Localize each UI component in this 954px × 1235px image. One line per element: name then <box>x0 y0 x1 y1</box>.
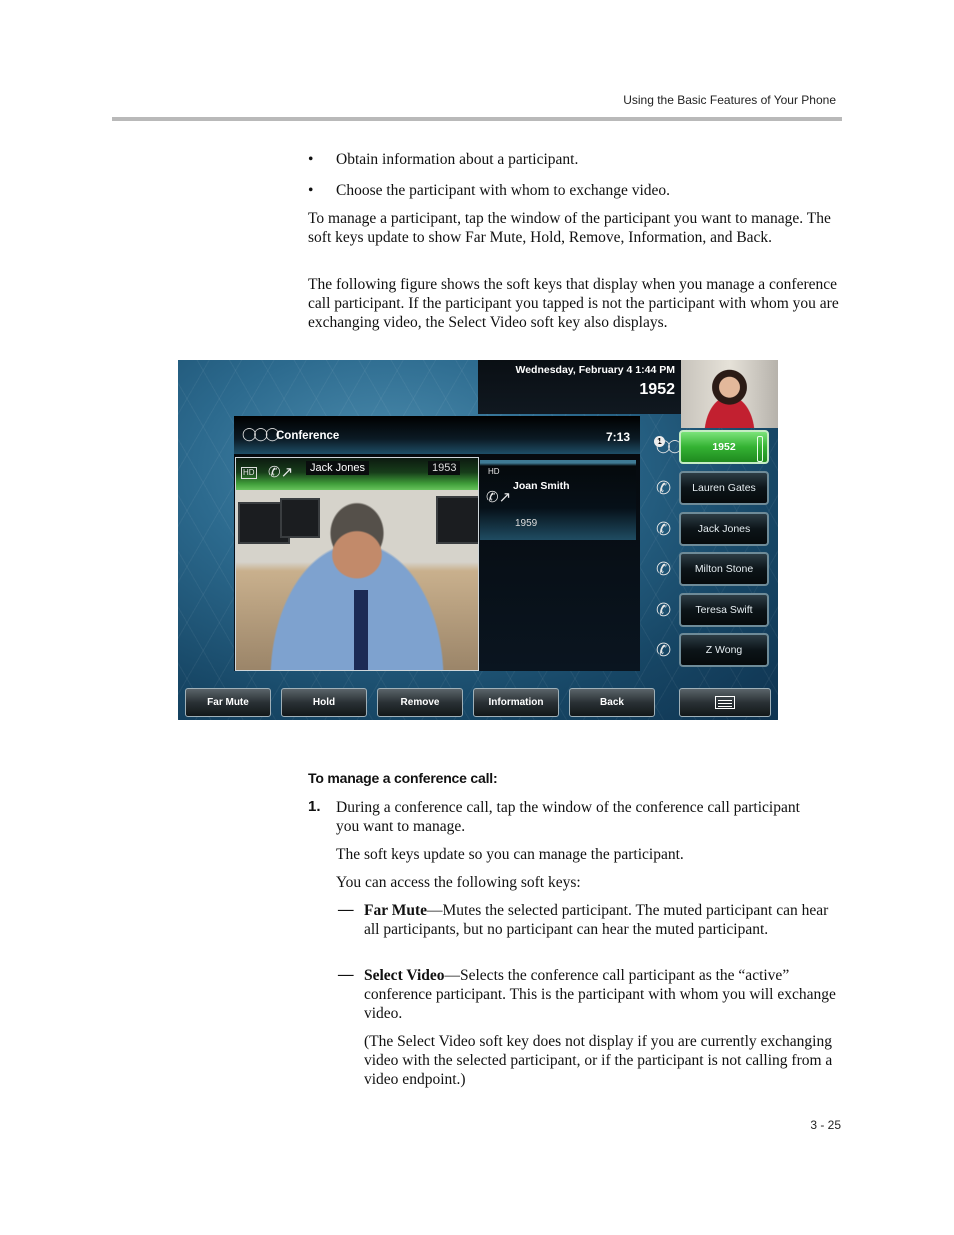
note-paragraph: (The Select Video soft key does not disp… <box>364 1033 833 1088</box>
line-key-lauren-gates[interactable]: Lauren Gates <box>679 471 769 505</box>
page-number: 3 - 25 <box>810 1118 841 1132</box>
participant-number: 1959 <box>515 518 538 529</box>
paragraph: To manage a participant, tap the window … <box>308 210 831 246</box>
active-call-icon: ✆↗ <box>486 489 512 506</box>
far-mute-soft-key[interactable]: Far Mute <box>185 688 271 717</box>
line-key-jack-jones[interactable]: Jack Jones <box>679 512 769 546</box>
line-key-1952[interactable]: 1952 <box>679 430 769 464</box>
participant-tile[interactable]: HD ✆↗ Joan Smith 1959 <box>480 460 636 540</box>
soft-key-description: Far Mute—Mutes the selected participant.… <box>364 901 844 939</box>
step-number: 1. <box>308 798 321 815</box>
line-key-z-wong[interactable]: Z Wong <box>679 633 769 667</box>
participant-video <box>236 490 478 670</box>
participant-number: 1953 <box>428 461 461 475</box>
contact-call-icon: ✆ <box>656 519 672 539</box>
line-key-teresa-swift[interactable]: Teresa Swift <box>679 593 769 627</box>
active-call-icon: ✆↗ <box>268 464 294 481</box>
menu-soft-key[interactable] <box>679 688 771 717</box>
dash-bullet: — <box>338 966 354 983</box>
line-key-milton-stone[interactable]: Milton Stone <box>679 552 769 586</box>
contact-call-icon: ✆ <box>656 600 672 620</box>
participant-name: Jack Jones <box>306 461 370 475</box>
tie <box>354 590 368 670</box>
self-view-video[interactable] <box>681 360 778 428</box>
conference-header: ◯◯◯ Conference 7:13 <box>234 416 640 454</box>
participant-name: Joan Smith <box>513 480 570 492</box>
remove-soft-key[interactable]: Remove <box>377 688 463 717</box>
information-soft-key[interactable]: Information <box>473 688 559 717</box>
step-subtext: The soft keys update so you can manage t… <box>336 846 684 863</box>
step-text: During a conference call, tap the window… <box>336 799 800 835</box>
contact-call-icon: ✆ <box>656 478 672 498</box>
bullet-icon: • <box>308 151 314 168</box>
running-header: Using the Basic Features of Your Phone <box>623 93 836 107</box>
description: —Mutes the selected participant. The mut… <box>364 902 829 938</box>
header-rule <box>112 117 842 121</box>
conference-title: Conference <box>276 430 340 442</box>
contact-call-icon: ✆ <box>656 640 672 660</box>
background-monitor <box>436 496 478 544</box>
paragraph: The following figure shows the soft keys… <box>308 276 839 331</box>
status-bar: Wednesday, February 4 1:44 PM 1952 <box>478 360 681 414</box>
contact-call-icon: ✆ <box>656 559 672 579</box>
conference-timer: 7:13 <box>605 430 630 444</box>
step-subtext: You can access the following soft keys: <box>336 874 581 891</box>
conference-icon: ◯◯◯ <box>242 426 280 441</box>
term: Far Mute <box>364 902 427 919</box>
background-monitor <box>280 498 320 538</box>
participant-tile-selected[interactable]: HD ✆↗ Jack Jones 1953 <box>235 457 479 671</box>
back-soft-key[interactable]: Back <box>569 688 655 717</box>
bullet-icon: • <box>308 182 314 199</box>
extension-number: 1952 <box>639 381 675 398</box>
hd-video-icon: HD <box>241 467 257 479</box>
participant-header: HD ✆↗ Jack Jones 1953 <box>236 458 478 490</box>
dash-bullet: — <box>338 901 354 918</box>
date-time: Wednesday, February 4 1:44 PM <box>515 364 675 376</box>
hold-soft-key[interactable]: Hold <box>281 688 367 717</box>
hd-icon: HD <box>488 467 500 476</box>
procedure-title: To manage a conference call: <box>308 770 498 786</box>
menu-icon <box>715 696 735 709</box>
term: Select Video <box>364 967 445 984</box>
phone-screen-figure: Wednesday, February 4 1:44 PM 1952 ◯◯◯ C… <box>178 360 778 720</box>
soft-key-description: Select Video—Selects the conference call… <box>364 966 842 1023</box>
